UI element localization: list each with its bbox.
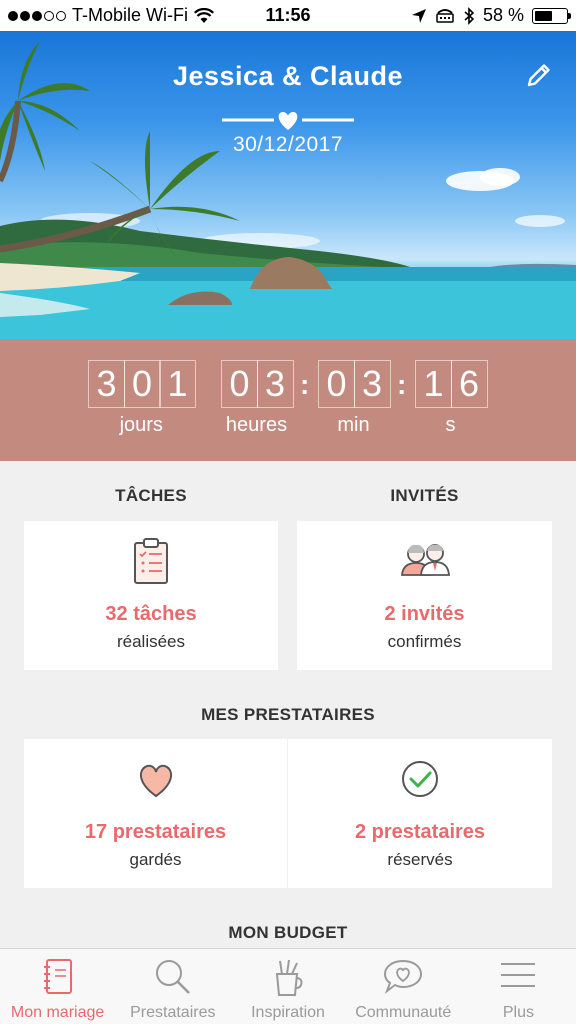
hours-label: heures [225,414,288,436]
pencil-cup-icon [275,959,303,996]
tab-bar: Mon mariage Prestataires Inspiration Com… [0,948,576,1024]
vendors-kept-card[interactable]: 17 prestataires gardés [24,739,287,888]
tab-label: Communauté [355,1004,452,1021]
check-circle-icon [402,761,438,797]
status-bar: T-Mobile Wi-Fi 11:56 58 % [0,0,576,31]
countdown-separator: : [300,369,310,400]
minutes-label: min [337,414,370,436]
menu-icon [501,963,536,987]
heart-divider-icon [222,112,354,130]
days-label: jours [119,414,163,436]
countdown-panel: 3 0 1 jours 0 3 heures : 0 3 min : 1 6 s [0,339,576,461]
seconds-label: s [445,414,456,436]
vendors-title: MES PRESTATAIRES [201,705,375,724]
battery-fill [535,10,553,21]
guests-subtitle: confirmés [387,632,462,651]
couple-names: Jessica & Claude [172,61,404,91]
tasks-title: TÂCHES [115,486,187,505]
chat-heart-icon [384,959,423,994]
guests-count: 2 invités [384,603,465,625]
tasks-subtitle: réalisées [116,632,186,651]
tab-label: Prestataires [130,1004,216,1021]
tab-inspiration[interactable]: Inspiration [230,949,345,1024]
tab-label: Plus [502,1004,534,1021]
days-digit-2: 0 [123,360,161,408]
tab-mon-mariage[interactable]: Mon mariage [0,949,115,1024]
vendors-booked-count: 2 prestataires [354,821,486,843]
bluetooth-icon [464,6,475,25]
clipboard-checklist-icon [134,538,168,584]
vendors-booked-card[interactable]: 2 prestataires réservés [288,739,552,888]
guests-title: INVITÉS [390,486,459,505]
countdown-separator: : [397,369,407,400]
guests-card[interactable]: 2 invités confirmés [297,521,552,670]
battery-percent: 58 % [482,5,524,25]
minutes-digit-1: 0 [318,360,355,408]
countdown-seconds: 1 6 s [415,360,488,437]
seconds-digit-1: 1 [415,360,452,408]
tab-label: Mon mariage [10,1004,105,1021]
heart-icon [139,764,172,798]
minutes-digit-2: 3 [353,360,391,408]
tab-plus[interactable]: Plus [461,949,576,1024]
tasks-card[interactable]: 32 tâches réalisées [24,521,278,670]
location-arrow-icon [411,8,426,23]
tty-icon [436,8,454,23]
countdown-days: 3 0 1 jours [88,360,196,437]
status-right: 58 % [411,5,571,26]
battery-icon [532,7,571,24]
seconds-digit-2: 6 [450,360,488,408]
hours-digit-2: 3 [256,360,294,408]
edit-pencil-icon[interactable] [524,60,554,90]
tab-communaute[interactable]: Communauté [346,949,461,1024]
days-digit-3: 1 [159,360,196,408]
vendors-booked-subtitle: réservés [387,850,453,869]
hours-digit-1: 0 [221,360,258,408]
countdown-minutes: 0 3 min [318,360,391,437]
hero-banner: Jessica & Claude 30/12/2017 [0,31,576,339]
vendors-kept-subtitle: gardés [129,850,182,869]
guests-couple-icon [400,544,450,576]
search-icon [155,960,190,994]
days-digit-1: 3 [88,360,125,408]
vendors-kept-count: 17 prestataires [84,821,227,843]
budget-title: MON BUDGET [228,923,348,942]
wedding-date: 30/12/2017 [232,133,344,156]
tasks-count: 32 tâches [105,603,197,625]
tab-label: Inspiration [251,1004,325,1021]
tab-prestataires[interactable]: Prestataires [115,949,230,1024]
countdown-hours: 0 3 heures [221,360,294,437]
notebook-icon [43,959,72,994]
